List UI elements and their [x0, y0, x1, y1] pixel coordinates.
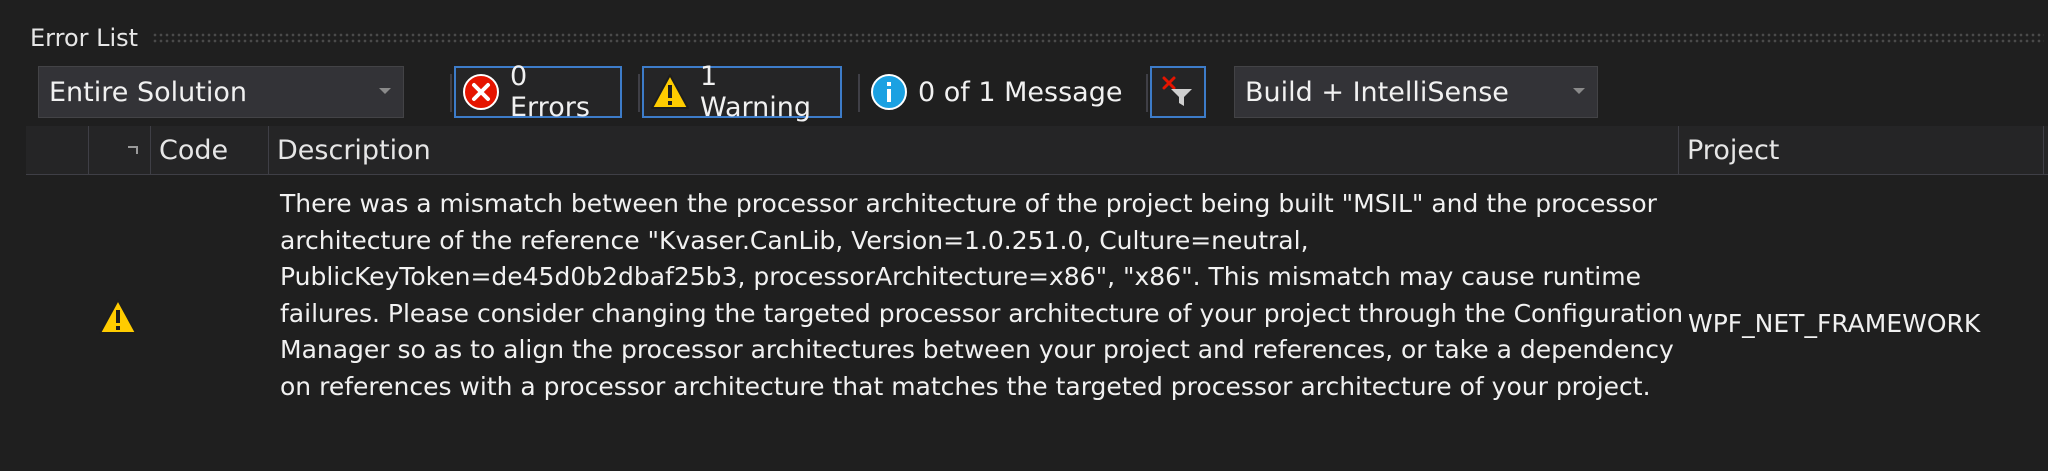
project-column-header[interactable]: Project [1678, 126, 2044, 174]
clear-filter-icon [1161, 75, 1195, 109]
errors-filter-label: 0 Errors [510, 61, 590, 123]
code-column-header[interactable]: Code [150, 126, 268, 174]
warnings-filter-label: 1 Warning [700, 61, 812, 123]
toolbar-separator [858, 74, 860, 112]
panel-title: Error List [30, 24, 139, 52]
toolbar-separator [638, 74, 640, 112]
severity-column-header[interactable] [26, 126, 88, 174]
sort-indicator-icon [128, 132, 138, 163]
errors-filter-button[interactable]: 0 Errors [454, 61, 622, 123]
row-description: There was a mismatch between the process… [280, 189, 1684, 401]
info-icon [870, 73, 908, 111]
warnings-filter-button[interactable]: 1 Warning [642, 61, 842, 123]
source-dropdown-value: Build + IntelliSense [1245, 76, 1509, 108]
table-row[interactable]: There was a mismatch between the process… [26, 178, 2048, 468]
messages-filter-label: 0 of 1 Message [918, 76, 1123, 108]
scope-dropdown-value: Entire Solution [49, 76, 247, 108]
toolbar-separator [450, 74, 452, 112]
title-grip[interactable] [152, 32, 2044, 44]
error-icon [462, 73, 500, 111]
chevron-down-icon [1573, 88, 1585, 94]
warning-icon [650, 73, 690, 111]
messages-filter-button[interactable]: 0 of 1 Message [862, 66, 1146, 118]
panel-title-bar[interactable]: Error List [30, 18, 2048, 58]
error-list-panel: Error List Entire Solution 0 Errors 1 Wa… [26, 0, 2048, 471]
error-list-toolbar: Entire Solution 0 Errors 1 Warning 0 of … [38, 61, 2048, 123]
toolbar-separator [1146, 74, 1148, 112]
description-column-header[interactable]: Description [268, 126, 1678, 174]
clear-filter-button[interactable] [1150, 66, 1206, 118]
scope-dropdown[interactable]: Entire Solution [38, 66, 404, 118]
sort-column-header[interactable] [88, 126, 150, 174]
error-grid: Code Description Project There was a mis… [26, 126, 2048, 471]
chevron-down-icon [379, 88, 391, 94]
warning-icon [98, 298, 138, 340]
source-dropdown[interactable]: Build + IntelliSense [1234, 66, 1598, 118]
grid-header: Code Description Project [26, 126, 2048, 175]
row-project: WPF_NET_FRAMEWORK [1688, 308, 1981, 338]
